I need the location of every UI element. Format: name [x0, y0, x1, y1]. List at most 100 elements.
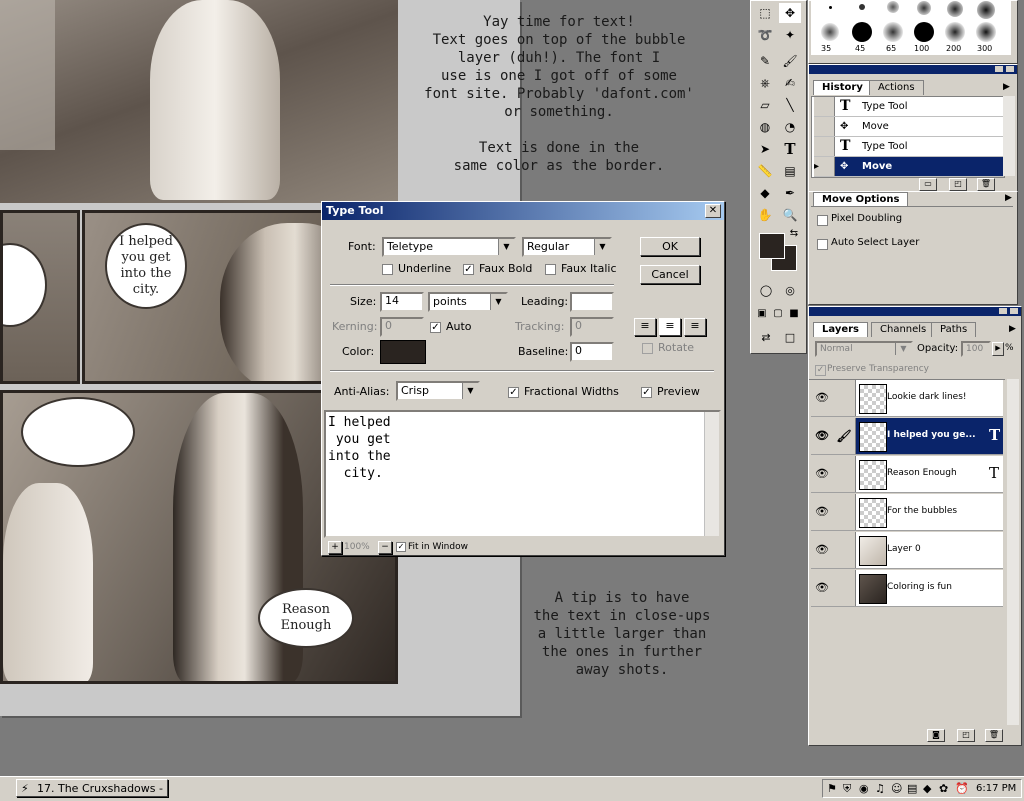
zoom-in-icon[interactable]: + — [328, 541, 342, 554]
brushes-scrollbar[interactable] — [1012, 1, 1017, 55]
faux-italic-checkbox[interactable] — [545, 264, 556, 275]
history-palette-titlebar[interactable] — [809, 65, 1017, 74]
history-state-slider-icon[interactable]: ▸ — [814, 157, 835, 176]
tab-layers[interactable]: Layers — [813, 322, 868, 337]
marquee-tool-icon[interactable]: ⬚ — [754, 3, 776, 23]
brush-preset[interactable] — [976, 22, 996, 42]
layer-link-cell[interactable] — [833, 380, 856, 416]
line-tool-icon[interactable]: ╲ — [779, 95, 801, 115]
history-list[interactable]: T Type Tool ✥ Move T Type Tool ▸ ✥ Move — [811, 96, 1005, 178]
tray-clock-icon[interactable]: ⏰ — [955, 782, 969, 795]
cancel-button[interactable]: Cancel — [640, 265, 700, 284]
stamp-tool-icon[interactable]: ⎈ — [754, 73, 776, 93]
layer-row[interactable]: 👁 Coloring is fun — [811, 570, 1003, 607]
new-document-icon[interactable]: ▭ — [919, 178, 937, 191]
layer-row-selected[interactable]: 👁 🖌 I helped you ge... T — [811, 418, 1003, 455]
brush-preset[interactable] — [852, 22, 872, 42]
history-item-selected[interactable]: ▸ ✥ Move — [814, 157, 1004, 177]
history-item[interactable]: T Type Tool — [814, 137, 1004, 157]
tray-shield-icon[interactable]: ⛨ — [843, 782, 851, 796]
layer-link-cell[interactable] — [833, 532, 856, 568]
new-layer-icon[interactable]: ◰ — [957, 729, 975, 742]
history-snapshot-cell[interactable] — [814, 97, 835, 116]
faux-bold-checkbox[interactable]: ✓ — [463, 264, 474, 275]
minimize-icon[interactable] — [995, 66, 1003, 72]
tray-app-icon[interactable]: ◆ — [923, 782, 931, 795]
layer-row[interactable]: 👁 Layer 0 — [811, 532, 1003, 569]
history-palette[interactable]: History Actions ▶ T Type Tool ✥ Move T T… — [808, 64, 1018, 192]
chevron-down-icon[interactable]: ▼ — [498, 239, 514, 255]
brush-preset[interactable] — [914, 22, 934, 42]
type-tool-icon[interactable]: T — [779, 139, 801, 159]
size-input[interactable]: 14 — [380, 292, 424, 312]
preserve-transparency-checkbox[interactable]: ✓ — [815, 365, 826, 376]
layer-link-cell[interactable] — [833, 456, 856, 492]
text-scrollbar[interactable] — [704, 412, 719, 536]
tray-messenger-icon[interactable]: ☺ — [891, 782, 902, 795]
align-left-icon[interactable]: ≡ — [634, 318, 656, 336]
layer-row[interactable]: 👁 Lookie dark lines! — [811, 380, 1003, 417]
screen-mode-standard-icon[interactable]: ▣ — [754, 304, 770, 324]
ok-button[interactable]: OK — [640, 237, 700, 256]
layer-row[interactable]: 👁 For the bubbles — [811, 494, 1003, 531]
palette-menu-icon[interactable]: ▶ — [1003, 82, 1010, 92]
align-right-icon[interactable]: ≡ — [684, 318, 706, 336]
minimize-icon[interactable] — [999, 308, 1007, 314]
quickmask-mode-icon[interactable]: ◎ — [779, 281, 801, 301]
leading-input[interactable] — [570, 292, 614, 312]
brush-preset[interactable] — [945, 22, 965, 42]
tracking-input[interactable]: 0 — [570, 317, 614, 337]
chevron-down-icon[interactable]: ▼ — [594, 239, 610, 255]
screen-mode-full-icon[interactable]: ■ — [786, 304, 802, 324]
history-snapshot-cell[interactable] — [814, 137, 835, 156]
layers-scrollbar[interactable] — [1007, 379, 1019, 725]
taskbar-button-winamp[interactable]: ⚡ 17. The Cruxshadows - ... — [16, 779, 168, 797]
taskbar-clock[interactable]: 6:17 PM — [976, 783, 1016, 794]
paint-bucket-icon[interactable]: ◆ — [754, 183, 776, 203]
eye-icon[interactable]: 👁 — [811, 570, 834, 606]
palette-menu-icon[interactable]: ▶ — [1005, 193, 1012, 203]
text-entry-area[interactable]: I helped you get into the city. — [324, 410, 721, 538]
auto-select-layer-checkbox[interactable] — [817, 239, 828, 250]
brush-preset[interactable] — [883, 22, 903, 42]
eye-icon[interactable]: 👁 — [811, 494, 834, 530]
close-icon[interactable]: ✕ — [705, 204, 721, 218]
brush-preset[interactable] — [917, 1, 931, 15]
layers-palette-titlebar[interactable] — [809, 307, 1021, 316]
pen-tool-icon[interactable]: ➤ — [754, 139, 776, 159]
zoom-out-icon[interactable]: − — [378, 541, 392, 554]
eye-icon[interactable]: 👁 — [811, 532, 834, 568]
history-scrollbar[interactable] — [1003, 96, 1015, 176]
trash-icon[interactable]: 🗑 — [985, 729, 1003, 742]
tray-monitor-icon[interactable]: ◉ — [859, 782, 869, 795]
opacity-slider-icon[interactable]: ▶ — [992, 342, 1004, 356]
magic-wand-icon[interactable]: ✦ — [779, 25, 801, 45]
tab-move-options[interactable]: Move Options — [813, 192, 909, 207]
fractional-widths-checkbox[interactable]: ✓ — [508, 387, 519, 398]
options-palette[interactable]: Move Options ▶ Pixel Doubling Auto Selec… — [808, 191, 1018, 305]
brush-grid[interactable]: 35 45 65 100 200 300 — [811, 1, 1011, 55]
pixel-doubling-checkbox[interactable] — [817, 215, 828, 226]
trash-icon[interactable]: 🗑 — [977, 178, 995, 191]
brush-preset[interactable] — [829, 6, 832, 9]
brushes-palette[interactable]: 35 45 65 100 200 300 — [808, 0, 1018, 64]
close-icon[interactable] — [1006, 66, 1014, 72]
dodge-tool-icon[interactable]: ◔ — [779, 117, 801, 137]
eyedropper-icon[interactable]: ✒ — [779, 183, 801, 203]
jump-to-imageready-icon[interactable]: ⇄ — [755, 328, 777, 348]
layers-list[interactable]: 👁 Lookie dark lines! 👁 🖌 I helped you ge… — [809, 379, 1005, 726]
eraser-tool-icon[interactable]: ▱ — [754, 95, 776, 115]
chevron-down-icon[interactable]: ▼ — [895, 343, 911, 355]
layer-link-cell[interactable] — [833, 494, 856, 530]
history-item[interactable]: T Type Tool — [814, 97, 1004, 117]
tray-volume-icon[interactable]: ♫ — [875, 782, 885, 795]
opacity-input[interactable]: 100 — [961, 341, 991, 357]
brush-preset[interactable] — [821, 23, 839, 41]
new-snapshot-icon[interactable]: ◰ — [949, 178, 967, 191]
tab-channels[interactable]: Channels — [871, 322, 936, 337]
paintbrush-icon[interactable]: 🖌 — [833, 418, 856, 454]
eye-icon[interactable]: 👁 — [811, 418, 834, 454]
tray-network-icon[interactable]: ⚑ — [827, 782, 837, 795]
foreground-color-swatch[interactable] — [759, 233, 785, 259]
swap-colors-icon[interactable]: ⇆ — [787, 227, 801, 241]
